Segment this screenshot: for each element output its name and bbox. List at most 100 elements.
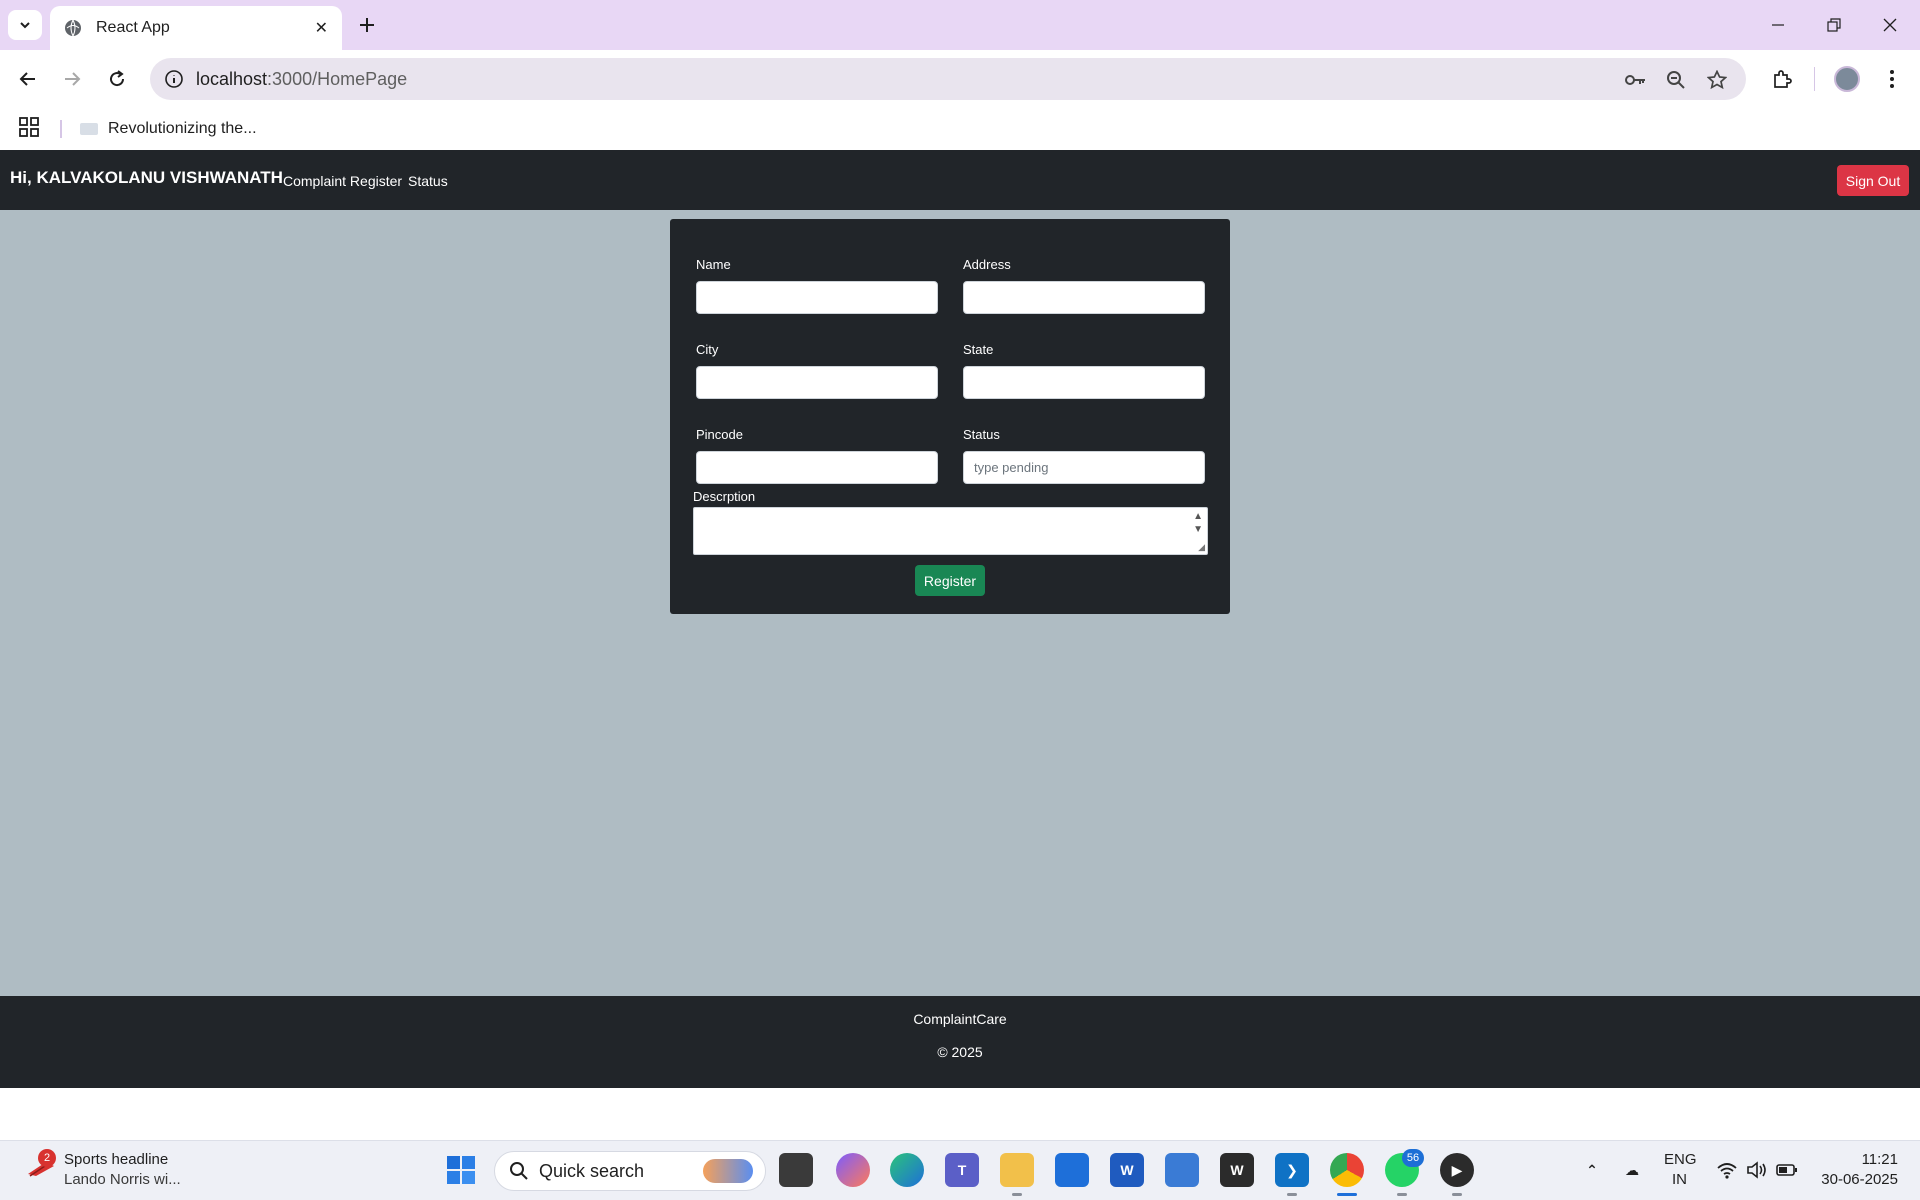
search-highlight-icon xyxy=(703,1159,753,1183)
search-icon xyxy=(510,1162,528,1180)
battery-icon[interactable] xyxy=(1770,1153,1804,1187)
footer-copyright: © 2025 xyxy=(937,1044,983,1060)
address-bar[interactable]: localhost:3000/HomePage xyxy=(150,58,1746,100)
bookmarks-bar: Revolutionizing the... xyxy=(0,108,1920,150)
address-input[interactable] xyxy=(963,281,1205,314)
news-badge: 2 xyxy=(38,1149,56,1167)
apps-grid-icon[interactable] xyxy=(18,116,44,142)
store-icon[interactable] xyxy=(1055,1153,1089,1187)
name-label: Name xyxy=(696,257,731,272)
active-indicator xyxy=(1337,1193,1357,1196)
url-text: localhost:3000/HomePage xyxy=(196,69,407,90)
more-vert-icon xyxy=(1890,70,1894,88)
bookmark-item[interactable]: Revolutionizing the... xyxy=(80,116,257,142)
forward-button[interactable] xyxy=(54,61,90,97)
copilot-icon[interactable] xyxy=(836,1153,870,1187)
windows-start-icon[interactable] xyxy=(444,1153,478,1187)
status-input[interactable]: type pending xyxy=(963,451,1205,484)
spin-arrows-icon[interactable]: ▲ ▼ xyxy=(1193,510,1203,536)
language-top[interactable]: ENG xyxy=(1664,1151,1697,1168)
running-indicator xyxy=(1287,1193,1297,1196)
register-button[interactable]: Register xyxy=(915,565,985,596)
back-button[interactable] xyxy=(10,61,46,97)
sign-out-button[interactable]: Sign Out xyxy=(1837,165,1909,196)
minimize-button[interactable] xyxy=(1750,8,1806,42)
onedrive-icon[interactable]: ☁ xyxy=(1615,1153,1649,1187)
plus-icon xyxy=(360,18,374,32)
news-subtitle[interactable]: Lando Norris wi... xyxy=(64,1171,181,1188)
app-navbar: Hi, KALVAKOLANU VISHWANATH Complaint Reg… xyxy=(0,150,1920,210)
tab-title: React App xyxy=(96,19,170,36)
pincode-label: Pincode xyxy=(696,427,743,442)
city-input[interactable] xyxy=(696,366,938,399)
menu-button[interactable] xyxy=(1874,61,1910,97)
clock-date[interactable]: 30-06-2025 xyxy=(1812,1171,1898,1188)
avatar xyxy=(1834,66,1860,92)
wikipedia-icon[interactable]: W xyxy=(1220,1153,1254,1187)
new-tab-button[interactable] xyxy=(352,10,382,40)
name-input[interactable] xyxy=(696,281,938,314)
bookmarks-divider xyxy=(60,120,62,138)
clock-time[interactable]: 11:21 xyxy=(1838,1151,1898,1168)
taskbar-search[interactable]: Quick search xyxy=(494,1151,766,1191)
extensions-button[interactable] xyxy=(1764,61,1800,97)
edge-icon[interactable] xyxy=(890,1153,924,1187)
running-indicator xyxy=(1012,1193,1022,1196)
bookmark-label: Revolutionizing the... xyxy=(108,120,257,137)
city-label: City xyxy=(696,342,719,357)
reload-icon xyxy=(110,70,125,87)
reload-button[interactable] xyxy=(99,61,135,97)
running-indicator xyxy=(1452,1193,1462,1196)
browser-tab-active[interactable]: React App ✕ xyxy=(50,6,342,50)
teams-icon[interactable]: T xyxy=(945,1153,979,1187)
browser-tabstrip: React App ✕ xyxy=(0,0,1920,50)
arrow-left-icon xyxy=(19,72,35,86)
close-window-button[interactable] xyxy=(1862,8,1918,42)
page-bottom-blank xyxy=(0,1088,1920,1140)
toolbar-divider xyxy=(1814,67,1815,91)
restore-button[interactable] xyxy=(1806,8,1862,42)
pincode-input[interactable] xyxy=(696,451,938,484)
vscode-icon[interactable]: ❯ xyxy=(1275,1153,1309,1187)
whatsapp-badge: 56 xyxy=(1402,1149,1424,1167)
description-textarea[interactable]: ▲ ▼ ◢ xyxy=(693,507,1208,555)
user-greeting: Hi, KALVAKOLANU VISHWANATH xyxy=(10,168,283,187)
language-bottom[interactable]: IN xyxy=(1672,1171,1687,1188)
chevron-up-icon[interactable]: ⌃ xyxy=(1575,1153,1609,1187)
chrome-icon[interactable] xyxy=(1330,1153,1364,1187)
description-label: Descrption xyxy=(693,489,756,504)
file-explorer-icon[interactable] xyxy=(1000,1153,1034,1187)
browser-toolbar: localhost:3000/HomePage xyxy=(0,50,1920,108)
windows-taskbar: 2 Sports headline Lando Norris wi... Qui… xyxy=(0,1140,1920,1200)
nav-complaint-register[interactable]: Complaint Register xyxy=(283,173,402,189)
bookmark-favicon-icon xyxy=(80,123,98,135)
media-player-icon[interactable]: ▶ xyxy=(1440,1153,1474,1187)
zoom-icon[interactable] xyxy=(1662,66,1690,94)
running-indicator xyxy=(1397,1193,1407,1196)
task-view-icon[interactable] xyxy=(779,1153,813,1187)
tab-close-icon[interactable]: ✕ xyxy=(315,18,328,38)
url-host: localhost xyxy=(196,68,268,89)
search-placeholder: Quick search xyxy=(539,1160,645,1181)
resize-handle-icon[interactable]: ◢ xyxy=(1198,542,1205,553)
notepad-icon[interactable] xyxy=(1165,1153,1199,1187)
word-icon[interactable]: W xyxy=(1110,1153,1144,1187)
profile-button[interactable] xyxy=(1829,61,1865,97)
news-title[interactable]: Sports headline xyxy=(64,1151,168,1168)
tab-search-button[interactable] xyxy=(8,10,42,40)
password-key-icon[interactable] xyxy=(1622,66,1650,94)
footer-brand: ComplaintCare xyxy=(913,1011,1007,1027)
nav-status[interactable]: Status xyxy=(408,173,448,189)
site-info-icon[interactable] xyxy=(164,69,184,89)
wifi-icon[interactable] xyxy=(1710,1153,1744,1187)
puzzle-icon xyxy=(1774,70,1792,88)
minimize-icon xyxy=(1772,24,1784,26)
url-path: :3000/HomePage xyxy=(267,68,408,89)
volume-icon[interactable] xyxy=(1740,1153,1774,1187)
status-label: Status xyxy=(963,427,1000,442)
main-content: Name Address City State Pincode Status t… xyxy=(0,210,1920,996)
bookmark-star-icon[interactable] xyxy=(1703,66,1731,94)
close-icon xyxy=(1883,18,1897,32)
address-label: Address xyxy=(963,257,1011,272)
state-input[interactable] xyxy=(963,366,1205,399)
